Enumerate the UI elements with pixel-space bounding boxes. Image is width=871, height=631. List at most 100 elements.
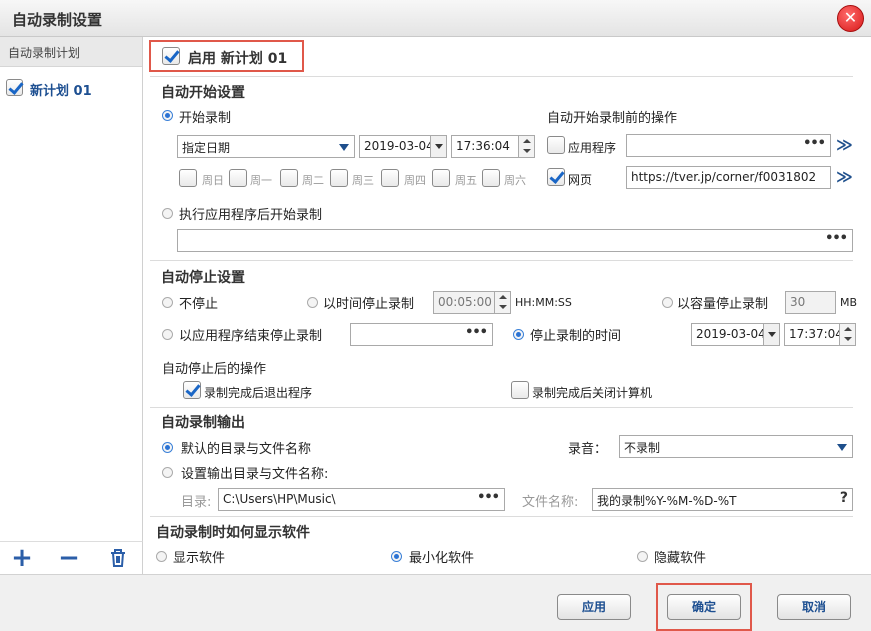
browse-dots-icon[interactable]: ••• [803, 136, 826, 151]
filename-input[interactable]: 我的录制%Y-%M-%D-%T ? [592, 488, 853, 511]
stop-time-spinner[interactable]: 17:37:04 [784, 323, 856, 346]
shutdown-checkbox[interactable] [511, 381, 529, 399]
stop-at-time-radio[interactable] [513, 329, 524, 340]
pre-web-url-input[interactable]: https://tver.jp/corner/f0031802 [626, 166, 831, 189]
after-stop-title: 自动停止后的操作 [162, 362, 267, 377]
minimize-software-radio[interactable] [391, 551, 402, 562]
close-icon[interactable]: ✕ [837, 5, 864, 32]
weekday-thu-checkbox[interactable] [381, 169, 399, 187]
ok-button[interactable]: 确定 [667, 594, 741, 620]
audio-label: 录音： [568, 442, 608, 457]
display-section-title: 自动录制时如何显示软件 [156, 525, 310, 541]
sidebar-header: 自动录制计划 [0, 37, 142, 67]
no-stop-label: 不停止 [179, 297, 219, 312]
stop-by-size-radio[interactable] [662, 297, 673, 308]
weekday-sun-checkbox[interactable] [179, 169, 197, 187]
stop-by-size-label: 以容量停止录制 [677, 297, 769, 312]
window-title: 自动录制设置 [12, 11, 103, 29]
cancel-button[interactable]: 取消 [777, 594, 851, 620]
stop-date-value: 2019-03-04 [696, 327, 766, 341]
stop-duration-value: 00:05:00 [438, 295, 492, 309]
start-after-app-label: 执行应用程序后开始录制 [179, 208, 323, 223]
pre-app-checkbox[interactable] [547, 136, 565, 154]
stop-size-value: 30 [790, 295, 806, 309]
spinner-icon[interactable] [494, 292, 510, 313]
stop-section-title: 自动停止设置 [161, 270, 245, 286]
shutdown-label: 录制完成后关闭计算机 [532, 386, 653, 400]
calendar-dropdown-icon[interactable] [763, 324, 779, 345]
chevron-down-icon [837, 444, 847, 451]
weekday-fri-checkbox[interactable] [432, 169, 450, 187]
weekday-mon-checkbox[interactable] [229, 169, 247, 187]
default-output-label: 默认的目录与文件名称 [181, 442, 312, 457]
stop-duration-spinner[interactable]: 00:05:00 [433, 291, 511, 314]
pre-web-checkbox[interactable] [547, 168, 565, 186]
stop-by-time-radio[interactable] [307, 297, 318, 308]
pre-app-label: 应用程序 [568, 141, 617, 155]
weekday-tue-checkbox[interactable] [280, 169, 298, 187]
add-plan-button[interactable]: + [8, 544, 36, 572]
browse-dots-icon[interactable]: ••• [825, 231, 848, 246]
output-section-title: 自动录制输出 [161, 415, 245, 431]
start-time-value: 17:36:04 [456, 139, 510, 153]
dialog-footer: 应用 确定 取消 [0, 574, 871, 631]
date-mode-select[interactable]: 指定日期 [177, 135, 355, 158]
stop-app-path-input[interactable]: ••• [350, 323, 493, 346]
trash-icon[interactable] [104, 544, 132, 572]
stop-by-time-label: 以时间停止录制 [323, 297, 415, 312]
start-after-app-radio[interactable] [162, 208, 173, 219]
output-dir-input[interactable]: C:\Users\HP\Music\ ••• [218, 488, 505, 511]
exit-app-checkbox[interactable] [183, 381, 201, 399]
hide-software-radio[interactable] [637, 551, 648, 562]
default-output-radio[interactable] [162, 442, 173, 453]
weekday-label: 周六 [504, 174, 526, 187]
pre-web-label: 网页 [568, 173, 593, 187]
no-stop-radio[interactable] [162, 297, 173, 308]
stop-size-input[interactable]: 30 [785, 291, 836, 314]
remove-plan-button[interactable]: − [55, 544, 83, 572]
sidebar-item-plan-01[interactable]: 新计划 01 [4, 77, 138, 99]
help-icon[interactable]: ? [840, 490, 848, 506]
plan-01-checkbox[interactable] [6, 79, 23, 96]
chevron-down-icon [339, 144, 349, 151]
start-record-radio[interactable] [162, 110, 173, 121]
go-arrow-icon[interactable]: ≫ [836, 135, 853, 154]
start-date-picker[interactable]: 2019-03-04 [359, 135, 447, 158]
sidebar-item-label: 新计划 01 [30, 84, 92, 99]
weekday-label: 周二 [302, 174, 324, 187]
pre-actions-title: 自动开始录制前的操作 [547, 111, 678, 126]
pre-app-path-input[interactable]: ••• [626, 134, 831, 157]
pre-web-url-value: https://tver.jp/corner/f0031802 [631, 170, 817, 184]
stop-time-value: 17:37:04 [789, 327, 843, 341]
spinner-icon[interactable] [839, 324, 855, 345]
start-record-label: 开始录制 [179, 111, 232, 126]
weekday-label: 周日 [202, 174, 224, 187]
weekday-wed-checkbox[interactable] [330, 169, 348, 187]
weekday-sat-checkbox[interactable] [482, 169, 500, 187]
start-app-path-input[interactable]: ••• [177, 229, 853, 252]
exit-app-label: 录制完成后退出程序 [204, 386, 313, 400]
browse-dots-icon[interactable]: ••• [465, 325, 488, 340]
start-date-value: 2019-03-04 [364, 139, 434, 153]
date-mode-value: 指定日期 [182, 141, 231, 155]
start-section-title: 自动开始设置 [161, 85, 245, 101]
audio-select[interactable]: 不录制 [619, 435, 853, 458]
weekday-label: 周一 [250, 174, 272, 187]
audio-value: 不录制 [624, 441, 661, 455]
browse-dots-icon[interactable]: ••• [477, 490, 500, 505]
start-time-spinner[interactable]: 17:36:04 [451, 135, 535, 158]
apply-button[interactable]: 应用 [557, 594, 631, 620]
enable-plan-checkbox[interactable] [162, 47, 180, 65]
calendar-dropdown-icon[interactable] [430, 136, 446, 157]
weekday-label: 周五 [455, 174, 477, 187]
hide-software-label: 隐藏软件 [654, 551, 707, 566]
dir-label: 目录: [181, 495, 212, 510]
weekday-label: 周四 [404, 174, 426, 187]
spinner-icon[interactable] [518, 136, 534, 157]
stop-date-picker[interactable]: 2019-03-04 [691, 323, 780, 346]
show-software-radio[interactable] [156, 551, 167, 562]
go-arrow-icon[interactable]: ≫ [836, 167, 853, 186]
show-software-label: 显示软件 [173, 551, 226, 566]
stop-by-app-end-radio[interactable] [162, 329, 173, 340]
custom-output-radio[interactable] [162, 467, 173, 478]
